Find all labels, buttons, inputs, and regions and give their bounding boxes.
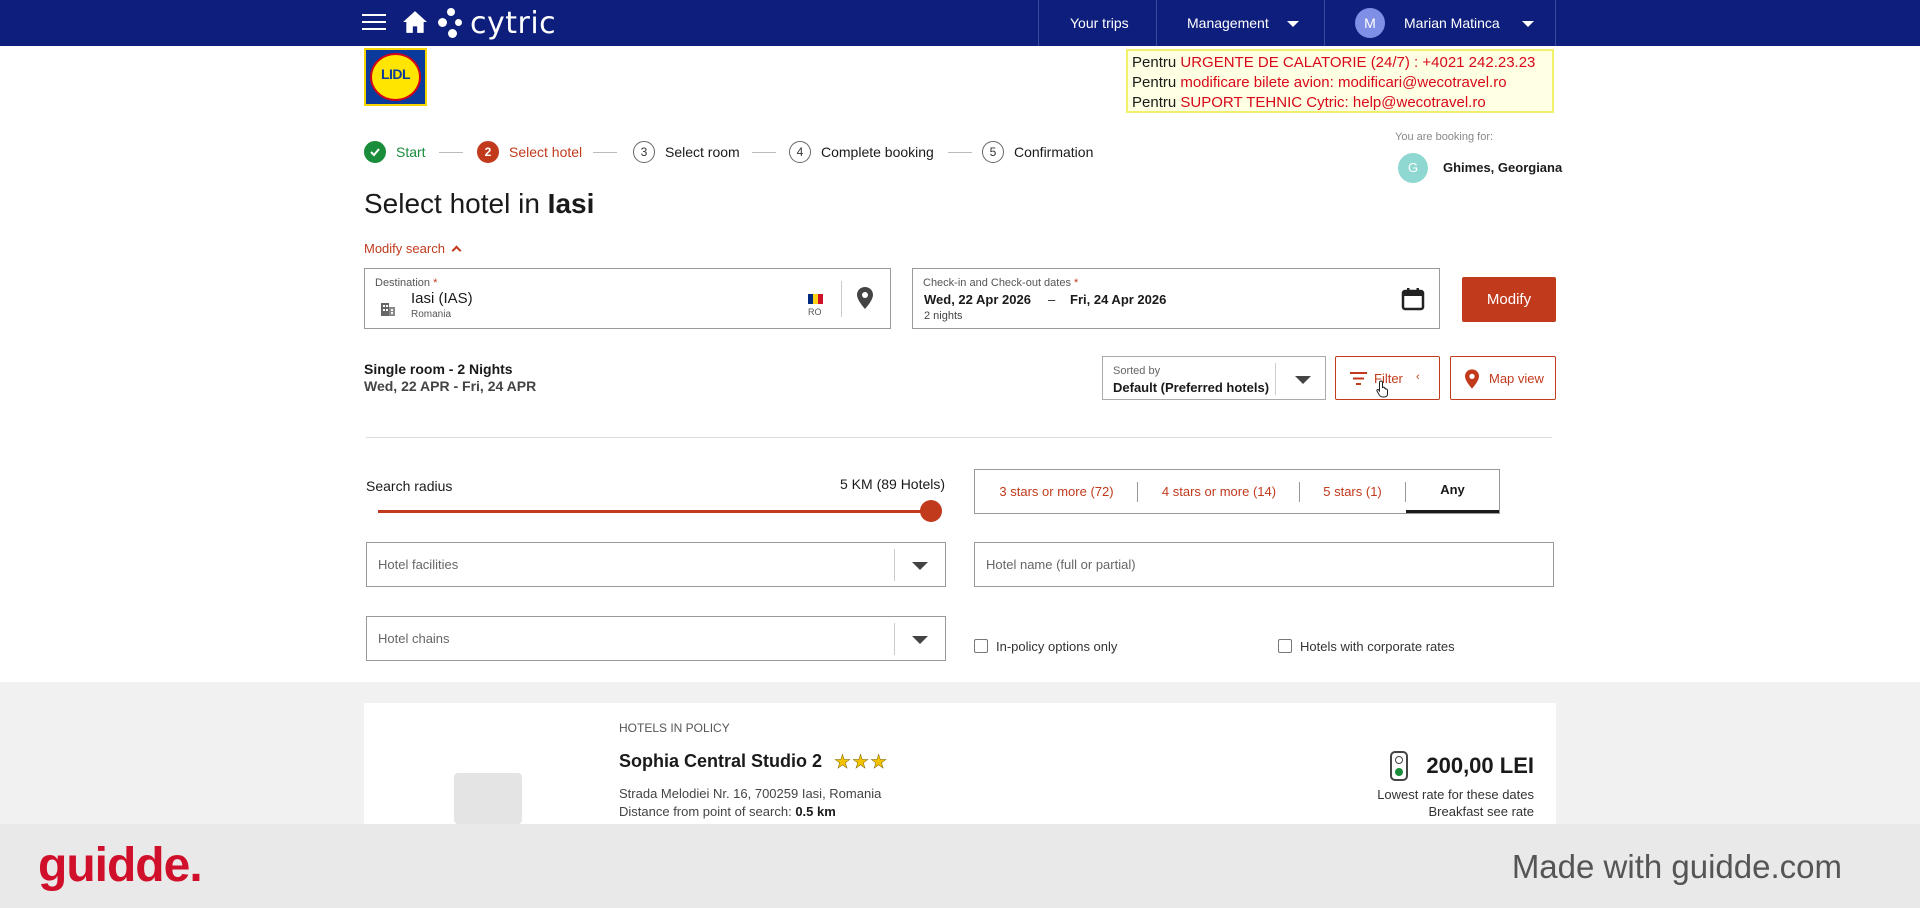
nav-separator: [1324, 0, 1325, 46]
star-rating-filter: 3 stars or more (72) 4 stars or more (14…: [974, 469, 1500, 514]
checkout-date: Fri, 24 Apr 2026: [1070, 292, 1167, 307]
destination-field[interactable]: Destination * Iasi (IAS) Romania RO: [364, 268, 891, 329]
modify-button[interactable]: Modify: [1462, 277, 1556, 322]
contact-line: Pentru modificare bilete avion: modifica…: [1132, 74, 1507, 91]
cytric-logo[interactable]: cytric: [438, 5, 557, 41]
your-trips-link[interactable]: Your trips: [1070, 0, 1129, 46]
app-name: cytric: [470, 5, 557, 41]
traffic-light-icon: [1390, 751, 1408, 781]
search-radius-value: 5 KM (89 Hotels): [840, 476, 946, 492]
guidde-footer: guidde. Made with guidde.com: [0, 824, 1920, 908]
filter-icon: [1350, 372, 1367, 385]
step-select-hotel: 2 Select hotel: [477, 141, 582, 163]
guidde-logo: guidde.: [38, 839, 203, 892]
hotel-price: 200,00 LEI: [1426, 753, 1534, 778]
step-start[interactable]: Start: [364, 141, 426, 163]
in-policy-label: In-policy options only: [996, 639, 1118, 654]
nav-separator: [1156, 0, 1157, 46]
chevron-up-icon: [451, 245, 462, 256]
check-icon: [364, 141, 386, 163]
home-icon[interactable]: [402, 10, 428, 34]
no-image-icon: [454, 773, 522, 824]
chevron-down-icon: [1286, 21, 1299, 28]
date-summary: Wed, 22 APR - Fri, 24 APR: [364, 378, 537, 394]
policy-section-label: HOTELS IN POLICY: [619, 721, 730, 735]
hotel-name-input[interactable]: Hotel name (full or partial): [974, 542, 1554, 587]
corporate-rates-checkbox[interactable]: [1278, 639, 1292, 653]
top-navigation-bar: cytric Your trips Management M Marian Ma…: [0, 0, 1920, 46]
page-title: Select hotel in Iasi: [364, 188, 595, 219]
search-radius-slider-handle[interactable]: [920, 500, 942, 522]
star-option-3-plus[interactable]: 3 stars or more (72): [975, 470, 1138, 513]
calendar-icon[interactable]: [1401, 287, 1425, 311]
traveler-avatar: G: [1398, 153, 1428, 183]
date-separator: –: [1048, 292, 1056, 307]
hotel-distance: Distance from point of search: 0.5 km: [619, 804, 836, 819]
step-complete-booking: 4 Complete booking: [789, 141, 934, 163]
location-pin-icon[interactable]: [857, 287, 873, 309]
chevron-icon: ‹: [1416, 371, 1420, 383]
modify-search-link[interactable]: Modify search: [364, 241, 462, 256]
chevron-down-icon: [1295, 376, 1311, 384]
sort-dropdown[interactable]: Sorted by Default (Preferred hotels): [1102, 356, 1326, 400]
contact-info-banner: Pentru URGENTE DE CALATORIE (24/7) : +40…: [1126, 49, 1554, 113]
nav-separator: [1555, 0, 1556, 46]
search-radius-slider-track[interactable]: [378, 510, 930, 513]
star-option-any[interactable]: Any: [1406, 470, 1499, 513]
made-with-label: Made with guidde.com: [1511, 848, 1842, 885]
contact-line: Pentru URGENTE DE CALATORIE (24/7) : +40…: [1132, 54, 1536, 71]
hand-cursor-icon: [1376, 380, 1388, 398]
traveler-name: Ghimes, Georgiana: [1443, 160, 1563, 175]
step-confirmation: 5 Confirmation: [982, 141, 1093, 163]
hotel-facilities-dropdown[interactable]: Hotel facilities: [366, 542, 946, 587]
user-menu[interactable]: Marian Matinca: [1404, 0, 1534, 46]
booking-for-label: You are booking for:: [1395, 131, 1494, 143]
nav-separator: [1038, 0, 1039, 46]
hotel-result-card[interactable]: HOTELS IN POLICY Sophia Central Studio 2…: [364, 703, 1556, 824]
building-icon: [381, 303, 395, 316]
management-menu[interactable]: Management: [1187, 0, 1299, 46]
hotel-name[interactable]: Sophia Central Studio 2: [619, 751, 822, 772]
checkin-date: Wed, 22 Apr 2026: [924, 292, 1031, 307]
destination-value: Iasi (IAS): [411, 290, 473, 307]
menu-icon[interactable]: [362, 14, 386, 32]
chevron-down-icon: [1521, 21, 1534, 28]
destination-country: Romania: [411, 309, 452, 320]
star-option-5[interactable]: 5 stars (1): [1300, 470, 1405, 513]
step-select-room: 3 Select room: [633, 141, 740, 163]
hotel-chains-dropdown[interactable]: Hotel chains: [366, 616, 946, 661]
section-divider: [366, 437, 1552, 438]
hotel-address: Strada Melodiei Nr. 16, 700259 Iasi, Rom…: [619, 786, 882, 801]
chevron-down-icon: [912, 636, 928, 644]
contact-line: Pentru SUPORT TEHNIC Cytric: help@wecotr…: [1132, 94, 1486, 111]
in-policy-checkbox[interactable]: [974, 639, 988, 653]
breakfast-note: Breakfast see rate: [1428, 804, 1535, 819]
dates-field[interactable]: Check-in and Check-out dates * Wed, 22 A…: [912, 268, 1440, 329]
company-logo: LIDL: [364, 48, 427, 106]
search-radius-label: Search radius: [366, 478, 453, 494]
corporate-rates-label: Hotels with corporate rates: [1300, 639, 1455, 654]
rate-note: Lowest rate for these dates: [1377, 787, 1534, 802]
user-avatar[interactable]: M: [1355, 8, 1385, 38]
map-pin-icon: [1465, 369, 1479, 389]
star-option-4-plus[interactable]: 4 stars or more (14): [1138, 470, 1300, 513]
country-code: RO: [808, 307, 822, 317]
hotel-stars-icon: ★★★: [834, 752, 889, 774]
management-label: Management: [1187, 15, 1269, 31]
cytric-logo-icon: [438, 8, 464, 38]
room-summary: Single room - 2 Nights: [364, 361, 513, 377]
user-name: Marian Matinca: [1404, 15, 1500, 31]
romania-flag-icon: [808, 294, 823, 304]
chevron-down-icon: [912, 562, 928, 570]
nights-count: 2 nights: [924, 310, 963, 322]
map-view-button[interactable]: Map view: [1450, 356, 1556, 400]
